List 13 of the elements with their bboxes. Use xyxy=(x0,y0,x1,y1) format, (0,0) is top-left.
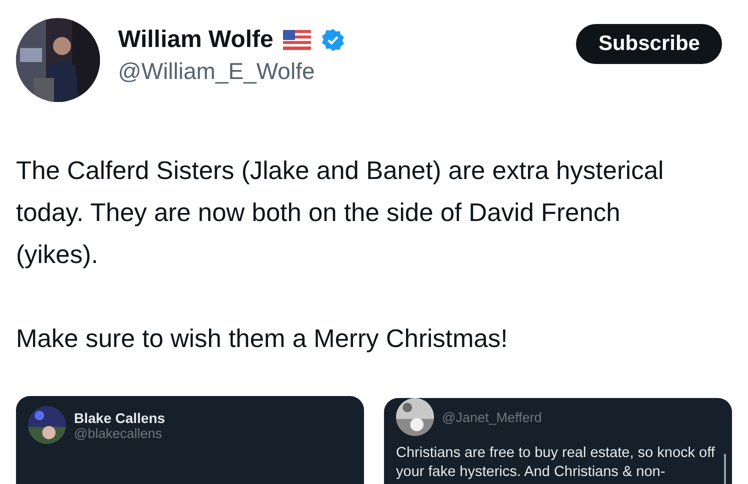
quoted-author-handle: @Janet_Mefferd xyxy=(442,410,542,424)
author-handle[interactable]: @William_E_Wolfe xyxy=(118,58,346,85)
flag-icon xyxy=(283,30,312,50)
author-name[interactable]: William Wolfe xyxy=(118,26,274,54)
quoted-post-card[interactable]: Blake Callens @blakecallens xyxy=(16,396,364,484)
quoted-author-handle: @blakecallens xyxy=(74,426,164,440)
subscribe-button[interactable]: Subscribe xyxy=(576,24,722,64)
quoted-post-card[interactable]: @Janet_Mefferd Christians are free to buy real estate, so knock off your fake hysterics. And Christians & non- xyxy=(384,398,732,484)
post-text: Make sure to wish them a Merry Christmas! xyxy=(16,324,509,355)
quoted-post-text: Christians are free to buy real estate, so knock off xyxy=(396,444,716,463)
quoted-post-text: your fake hysterics. And Christians & non- xyxy=(396,463,666,482)
quoted-author-name: Blake Callens xyxy=(74,410,166,426)
post-text: The Calferd Sisters (Jlake and Banet) are extra hysterical today. They are now both on the side of David French (yikes). xyxy=(16,156,665,271)
